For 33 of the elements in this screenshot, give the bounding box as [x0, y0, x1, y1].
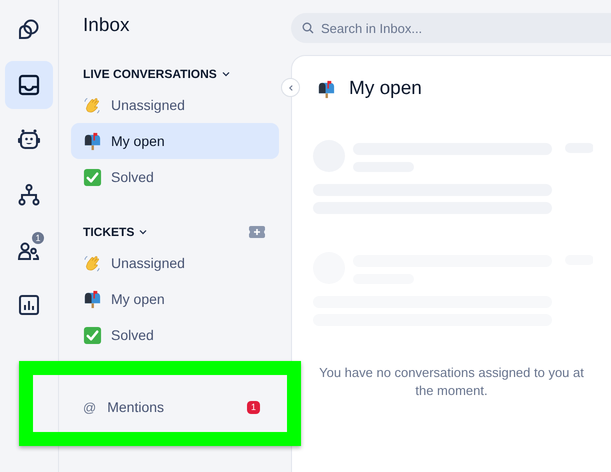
sidebar-item[interactable]: Unassigned — [71, 245, 279, 281]
overlapping-shapes-icon — [17, 18, 41, 42]
panel-title: My open — [349, 78, 422, 100]
empty-state-message: You have no conversations assigned to you at the moment. — [318, 364, 585, 400]
bar-chart-icon — [17, 293, 41, 317]
hierarchy-icon — [17, 183, 41, 207]
add-ticket-icon[interactable] — [249, 226, 265, 238]
sidebar-item[interactable]: Solved — [71, 317, 279, 353]
mailbox-icon — [83, 290, 102, 308]
section-header[interactable]: TICKETS — [83, 225, 148, 239]
mailbox-icon — [317, 80, 336, 98]
chevron-left-icon — [286, 84, 294, 92]
sidebar-item[interactable]: @ Mentions 1 — [71, 389, 279, 425]
sidebar-item[interactable]: My open — [71, 281, 279, 317]
inbox-icon — [17, 73, 41, 97]
checkmark-icon — [83, 168, 102, 186]
sidebar-item[interactable]: Solved — [71, 159, 279, 195]
count-badge: 1 — [247, 400, 260, 414]
nav-button[interactable] — [5, 61, 53, 109]
search-icon — [302, 22, 314, 34]
waving-hand-icon — [83, 96, 102, 114]
search-field[interactable]: Search in Inbox... — [291, 13, 611, 43]
sidebar-item[interactable]: My open — [71, 123, 279, 159]
at-sign-icon: @ — [83, 400, 96, 414]
sidebar-title: Inbox — [83, 15, 130, 37]
sidebar-item[interactable]: Unassigned — [71, 87, 279, 123]
count-badge: 1 — [32, 232, 44, 244]
mailbox-icon — [83, 132, 102, 150]
checkmark-icon — [83, 326, 102, 344]
waving-hand-icon — [83, 254, 102, 272]
section-header[interactable]: LIVE CONVERSATIONS — [83, 67, 231, 81]
robot-icon — [17, 128, 41, 152]
nav-button[interactable]: 1 — [5, 226, 53, 274]
